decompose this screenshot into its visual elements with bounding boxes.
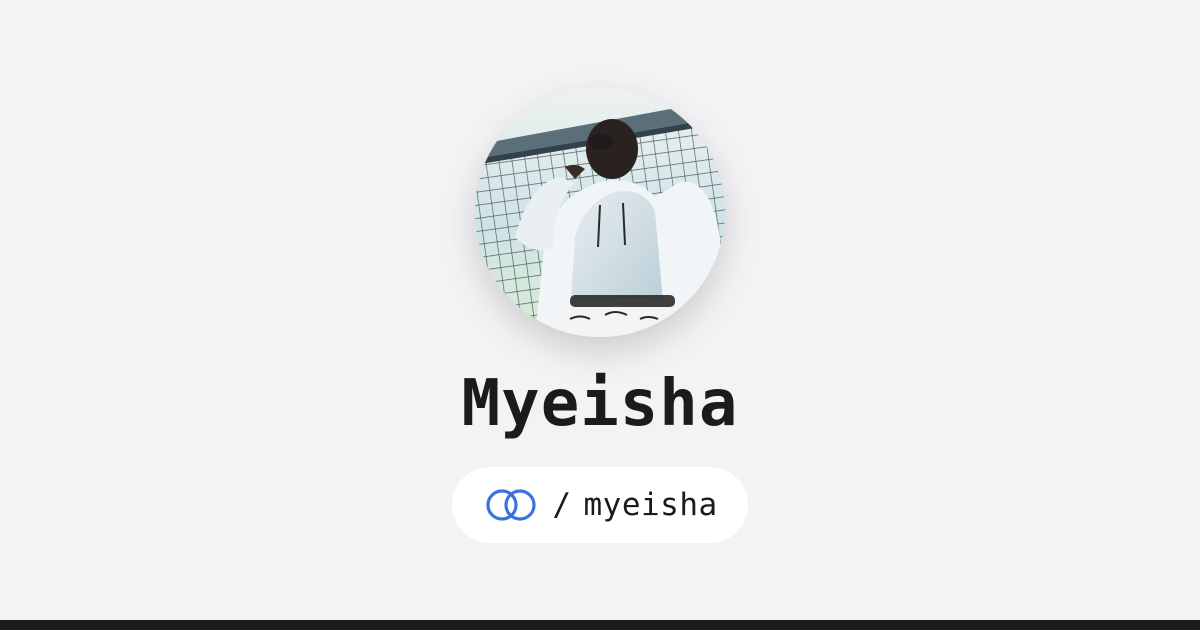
interlocking-rings-icon bbox=[486, 489, 536, 521]
display-name: Myeisha bbox=[461, 367, 739, 441]
handle-text: myeisha bbox=[583, 487, 718, 523]
handle-link[interactable]: / myeisha bbox=[452, 467, 748, 543]
profile-card: Myeisha / myeisha bbox=[0, 0, 1200, 620]
bottom-bar bbox=[0, 620, 1200, 630]
handle-separator: / bbox=[552, 487, 572, 523]
avatar[interactable] bbox=[475, 87, 725, 337]
profile-photo bbox=[475, 87, 725, 337]
